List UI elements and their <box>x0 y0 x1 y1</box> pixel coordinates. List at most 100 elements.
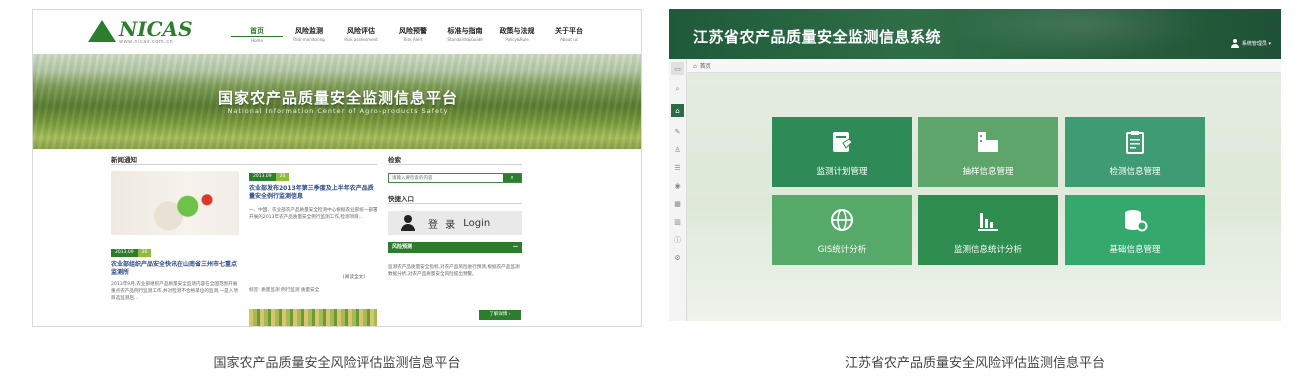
search-input[interactable] <box>389 174 503 182</box>
nav-label-en: Risk assessment <box>344 37 378 42</box>
news-summary-2: 一、中国、农业部农产品质量安全检测中心根据农业部统一部署开展的2013年农产品质… <box>249 208 378 220</box>
nav-label-en: Risk monitoring <box>293 37 325 42</box>
news-day: 20 <box>275 173 290 181</box>
tile-sampling-info[interactable]: 抽样信息管理 <box>918 117 1058 187</box>
site-header: NICAS www.nicas.com.cn 首页 Home 风险监测 Risk… <box>33 10 641 54</box>
divider <box>388 203 522 204</box>
user-icon <box>1230 39 1239 48</box>
nav-home[interactable]: 首页 Home <box>231 26 283 43</box>
tile-testing-info[interactable]: 检测信息管理 <box>1065 117 1205 187</box>
nav-policy[interactable]: 政策与法规 Policy&Rule <box>491 26 543 43</box>
user-menu[interactable]: 系统管理员 ▾ <box>1230 39 1271 48</box>
quick-entry-title: 快捷入口 <box>388 195 414 203</box>
caption-left: 国家农产品质量安全风险评估监测信息平台 <box>213 356 461 371</box>
search-section-title: 检索 <box>388 156 401 164</box>
clipboard-icon <box>1126 131 1144 154</box>
circle-icon[interactable]: ◉ <box>671 179 684 192</box>
risk-forecast-text: 监测农产品质量安全指标,对农产品风险进行预测,根据农产品监测数据分析,对农产品质… <box>388 265 520 277</box>
read-more-link[interactable]: [阅读全文] <box>343 274 365 280</box>
logo-text: NICAS <box>119 17 193 41</box>
nav-risk-assessment[interactable]: 风险评估 Risk assessment <box>335 26 387 43</box>
app-title: 江苏省农产品质量安全监测信息系统 <box>693 28 942 46</box>
tile-label: 监测计划管理 <box>816 167 868 177</box>
home-icon[interactable]: ⌂ <box>671 104 684 117</box>
user-icon <box>400 215 416 231</box>
chart-icon[interactable]: ▥ <box>671 215 684 228</box>
banner-title: 国家农产品质量安全监测信息平台 <box>217 89 458 107</box>
nav-label: 关于平台 <box>555 27 583 35</box>
news-headline-2[interactable]: 农业部发布2013年第三季度及上半年农产品质量安全例行监测信息 <box>249 185 379 201</box>
person-icon[interactable]: ♙ <box>671 143 684 156</box>
national-platform-screenshot: NICAS www.nicas.com.cn 首页 Home 风险监测 Risk… <box>32 9 642 327</box>
tile-basic-info[interactable]: 基础信息管理 <box>1065 195 1205 265</box>
login-button[interactable]: 登 录 Login <box>388 211 522 235</box>
tab-home[interactable]: ⌂ 首页 <box>693 62 711 71</box>
risk-forecast-title: 风险预测 <box>392 244 413 250</box>
divider <box>111 164 377 165</box>
nicas-logo[interactable]: NICAS www.nicas.com.cn <box>88 17 193 45</box>
screenshot-comparison: NICAS www.nicas.com.cn 首页 Home 风险监测 Risk… <box>0 0 1306 388</box>
collapse-icon[interactable]: ▭ <box>671 62 684 75</box>
nav-label: 风险评估 <box>347 27 375 35</box>
main-nav: 首页 Home 风险监测 Risk monitoring 风险评估 Risk a… <box>231 26 595 43</box>
bar-chart-icon <box>978 213 998 231</box>
tile-gis-analysis[interactable]: GIS统计分析 <box>772 195 912 265</box>
nav-label: 标准与指南 <box>447 27 483 35</box>
icon-sidebar: ▭ ⌕ ⌂ ✎ ♙ ☰ ◉ ▦ ▥ ⓘ ⚙ <box>669 59 687 321</box>
risk-forecast-header[interactable]: 风险预测 — <box>388 242 522 253</box>
nav-standards[interactable]: 标准与指南 Standards&Guide <box>439 26 491 43</box>
table-icon[interactable]: ☰ <box>671 161 684 174</box>
news-date-badge: 2013.09 20 <box>249 173 290 181</box>
tile-statistics-analysis[interactable]: 监测信息统计分析 <box>918 195 1058 265</box>
nav-risk-monitoring[interactable]: 风险监测 Risk monitoring <box>283 26 335 43</box>
search-icon[interactable]: ⌕ <box>671 83 684 96</box>
nav-about[interactable]: 关于平台 About us <box>543 26 595 43</box>
plan-icon <box>833 132 853 152</box>
tile-label: GIS统计分析 <box>817 245 867 255</box>
tile-monitoring-plan[interactable]: 监测计划管理 <box>772 117 912 187</box>
report-icon[interactable]: ✎ <box>671 125 684 138</box>
nav-label: 风险预警 <box>399 27 427 35</box>
user-name: 系统管理员 ▾ <box>1241 41 1271 47</box>
nav-label: 首页 <box>231 26 283 37</box>
news-date: 2013.09 <box>249 173 276 181</box>
search-button[interactable]: ⌕ <box>503 174 521 182</box>
tab-label: 首页 <box>699 64 711 70</box>
collapse-icon[interactable]: — <box>513 242 518 253</box>
tile-label: 抽样信息管理 <box>962 167 1014 177</box>
vegetables-photo[interactable] <box>111 171 239 235</box>
divider <box>388 164 522 165</box>
news-summary-1: 2013年9月,农业部组织产品质量安全监测内容在全国范围开展重点农产品例行监测工… <box>111 282 238 301</box>
dashboard: 监测计划管理 抽样信息管理 检测信息管理 GIS统计分析 监测信息统计分析 基础… <box>687 73 1281 321</box>
hero-banner: 国家农产品质量安全监测信息平台 National Information Cen… <box>33 54 641 149</box>
settings-icon[interactable]: ⚙ <box>671 251 684 264</box>
jiangsu-system-screenshot: 江苏省农产品质量安全监测信息系统 系统管理员 ▾ ▭ ⌕ ⌂ ✎ ♙ ☰ ◉ ▦… <box>669 9 1281 321</box>
tile-label: 监测信息统计分析 <box>953 245 1022 255</box>
search-box: ⌕ <box>388 173 522 183</box>
nav-label-en: Standards&Guide <box>447 37 483 42</box>
info-icon[interactable]: ⓘ <box>671 233 684 246</box>
nav-risk-alert[interactable]: 风险预警 Risk Alert <box>387 26 439 43</box>
nav-label: 风险监测 <box>295 27 323 35</box>
grid-icon[interactable]: ▦ <box>671 197 684 210</box>
news-date-badge: 2013.09 20 <box>111 249 152 257</box>
caption-right: 江苏省农产品质量安全风险评估监测信息平台 <box>844 356 1105 371</box>
login-label-en: Login <box>463 217 491 229</box>
leaf-logo-icon <box>88 20 116 42</box>
nav-label-en: About us <box>560 37 578 42</box>
nav-label-en: Risk Alert <box>403 37 423 42</box>
nav-label: 政策与法规 <box>499 27 535 35</box>
app-header: 江苏省农产品质量安全监测信息系统 系统管理员 ▾ <box>669 9 1281 59</box>
globe-icon <box>831 209 853 231</box>
search-icon: ⌕ <box>510 174 514 181</box>
login-label: 登 录 <box>428 219 458 231</box>
tile-label: 检测信息管理 <box>1109 167 1161 177</box>
site-body: 新闻通知 2013.09 20 农业部组织产品安全快讯在山南省三州市七重点监测所… <box>33 149 641 326</box>
tile-label: 基础信息管理 <box>1109 245 1161 255</box>
news-day: 20 <box>137 249 152 257</box>
news-section-title: 新闻通知 <box>111 156 137 164</box>
news-headline-1[interactable]: 农业部组织产品安全快讯在山南省三州市七重点监测所 <box>111 261 239 277</box>
banner-subtitle: National Information Center of Agro-prod… <box>227 107 449 115</box>
learn-more-button[interactable]: 了解详情 › <box>479 310 521 320</box>
corn-photo[interactable] <box>249 309 377 326</box>
